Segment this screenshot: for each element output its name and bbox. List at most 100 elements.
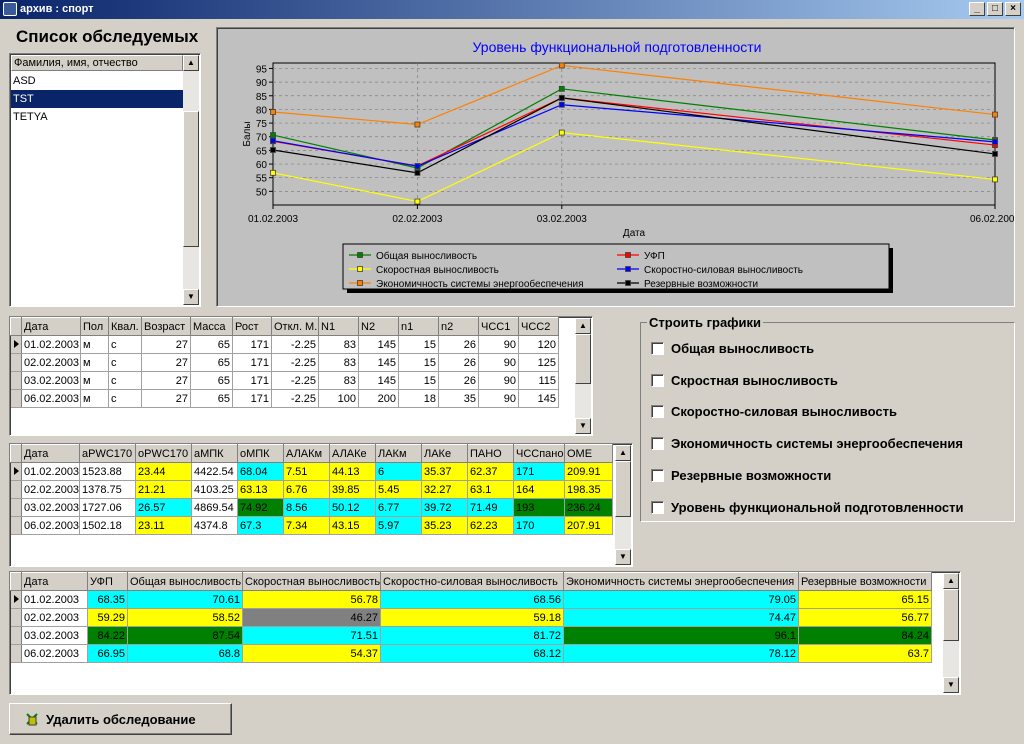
table-cell[interactable]: 171 — [513, 462, 565, 481]
table-cell[interactable]: 46.27 — [242, 608, 381, 627]
column-header[interactable]: Масса — [190, 317, 233, 336]
table-cell[interactable]: 5.45 — [375, 480, 422, 499]
table-cell[interactable]: 68.12 — [380, 644, 564, 663]
table-cell[interactable]: 70.61 — [127, 590, 243, 609]
table-cell[interactable]: 171 — [232, 353, 272, 372]
table-cell[interactable]: 120 — [518, 335, 559, 354]
scroll-up-icon[interactable]: ▲ — [943, 573, 959, 589]
maximize-button[interactable]: □ — [987, 2, 1003, 16]
table-cell[interactable]: 62.37 — [467, 462, 514, 481]
table-cell[interactable]: с — [108, 353, 142, 372]
table-cell[interactable]: 06.02.2003 — [21, 644, 88, 663]
table-cell[interactable]: 01.02.2003 — [21, 335, 81, 354]
table-cell[interactable]: 56.78 — [242, 590, 381, 609]
table-cell[interactable]: 74.47 — [563, 608, 799, 627]
table-cell[interactable]: 4422.54 — [191, 462, 238, 481]
table-row[interactable]: 06.02.2003 1502.18 23.11 4374.8 67.3 7.34 43.1… — [10, 516, 613, 535]
table-cell[interactable]: 83 — [318, 353, 359, 372]
table-cell[interactable]: 03.02.2003 — [21, 371, 81, 390]
table-cell[interactable]: 63.13 — [237, 480, 284, 499]
table-cell[interactable]: 7.34 — [283, 516, 330, 535]
table-cell[interactable]: 125 — [518, 353, 559, 372]
table-cell[interactable]: 145 — [518, 389, 559, 408]
table-cell[interactable]: 39.72 — [421, 498, 468, 517]
table-cell[interactable]: -2.25 — [271, 371, 319, 390]
table-cell[interactable]: -2.25 — [271, 353, 319, 372]
table-cell[interactable]: 5.97 — [375, 516, 422, 535]
table-cell[interactable]: 66.95 — [87, 644, 128, 663]
table-row[interactable]: 01.02.2003 1523.88 23.44 4422.54 68.04 7.51 44… — [10, 462, 613, 481]
table-cell[interactable]: 145 — [358, 353, 399, 372]
column-header[interactable]: АЛАКм — [283, 444, 330, 463]
table-cell[interactable]: 26 — [438, 371, 479, 390]
table-cell[interactable]: 170 — [513, 516, 565, 535]
table-cell[interactable]: 171 — [232, 371, 272, 390]
checkbox-speed-endurance[interactable]: Скростная выносливость — [651, 373, 838, 388]
table-cell[interactable]: 27 — [141, 371, 191, 390]
table-cell[interactable]: м — [80, 389, 109, 408]
row-indicator[interactable] — [10, 389, 22, 408]
table-cell[interactable]: 35.23 — [421, 516, 468, 535]
column-header[interactable]: Пол — [80, 317, 109, 336]
table-cell[interactable]: 21.21 — [135, 480, 192, 499]
row-indicator[interactable] — [10, 644, 22, 663]
column-header[interactable]: Скоростная выносливость — [242, 572, 381, 591]
subject-item[interactable]: ASD — [11, 72, 183, 90]
grid1-scrollbar[interactable]: ▲ ▼ — [575, 318, 591, 434]
table-cell[interactable]: 7.51 — [283, 462, 330, 481]
table-row[interactable]: 01.02.2003 м с 27 65 171 -2.25 83 145 15 26 90 120 — [10, 335, 559, 354]
row-indicator[interactable] — [10, 626, 22, 645]
table-cell[interactable]: 198.35 — [564, 480, 613, 499]
column-header[interactable]: aМПК — [191, 444, 238, 463]
table-cell[interactable]: м — [80, 335, 109, 354]
checkbox-icon[interactable] — [651, 405, 664, 418]
table-cell[interactable]: 83 — [318, 335, 359, 354]
scroll-up-icon[interactable]: ▲ — [615, 445, 631, 461]
column-header[interactable]: ПАНО — [467, 444, 514, 463]
table-cell[interactable]: 68.8 — [127, 644, 243, 663]
table-cell[interactable]: с — [108, 335, 142, 354]
table-cell[interactable]: 02.02.2003 — [21, 480, 80, 499]
minimize-button[interactable]: _ — [969, 2, 985, 16]
table-cell[interactable]: 4374.8 — [191, 516, 238, 535]
scroll-down-icon[interactable]: ▼ — [943, 677, 959, 693]
table-row[interactable]: 03.02.2003 1727.06 26.57 4869.54 74.92 8.56 50… — [10, 498, 613, 517]
table-cell[interactable]: 164 — [513, 480, 565, 499]
grid2-scrollbar[interactable]: ▲ ▼ — [615, 445, 631, 565]
table-cell[interactable]: 06.02.2003 — [21, 389, 81, 408]
table-row[interactable]: 03.02.2003 84.22 87.54 71.51 81.72 96.1 84.24 — [10, 626, 932, 645]
table-row[interactable]: 03.02.2003 м с 27 65 171 -2.25 83 145 15 26 90 115 — [10, 371, 559, 390]
scroll-thumb[interactable] — [943, 589, 959, 641]
subjects-column-header[interactable]: Фамилия, имя, отчество — [11, 55, 183, 71]
column-header[interactable]: ЛАКе — [421, 444, 468, 463]
row-indicator[interactable] — [10, 480, 22, 499]
grid3-scrollbar[interactable]: ▲ ▼ — [943, 573, 959, 693]
checkbox-icon[interactable] — [651, 501, 664, 514]
row-indicator[interactable] — [10, 371, 22, 390]
column-header[interactable]: АЛАКе — [329, 444, 376, 463]
row-indicator[interactable] — [10, 516, 22, 535]
checkbox-reserve[interactable]: Резервные возможности — [651, 468, 831, 483]
column-header[interactable]: n1 — [398, 317, 439, 336]
table-cell[interactable]: -2.25 — [271, 335, 319, 354]
table-cell[interactable]: 58.52 — [127, 608, 243, 627]
table-cell[interactable]: 115 — [518, 371, 559, 390]
scroll-thumb[interactable] — [575, 334, 591, 384]
table-cell[interactable]: 74.92 — [237, 498, 284, 517]
table-cell[interactable]: 01.02.2003 — [21, 462, 80, 481]
table-cell[interactable]: 63.7 — [798, 644, 932, 663]
table-cell[interactable]: 200 — [358, 389, 399, 408]
table-cell[interactable]: 63.1 — [467, 480, 514, 499]
table-cell[interactable]: 100 — [318, 389, 359, 408]
column-header[interactable]: N1 — [318, 317, 359, 336]
table-cell[interactable]: 43.15 — [329, 516, 376, 535]
table-cell[interactable]: 35.37 — [421, 462, 468, 481]
table-cell[interactable]: 4103.25 — [191, 480, 238, 499]
table-cell[interactable]: 06.02.2003 — [21, 516, 80, 535]
row-indicator[interactable] — [10, 498, 22, 517]
table-cell[interactable]: м — [80, 371, 109, 390]
table-row[interactable]: 01.02.2003 68.35 70.61 56.78 68.56 79.05 65.15 — [10, 590, 932, 609]
scroll-down-icon[interactable]: ▼ — [615, 549, 631, 565]
checkbox-speed-strength[interactable]: Скоростно-силовая выносливость — [651, 404, 897, 419]
table-cell[interactable]: 35 — [438, 389, 479, 408]
